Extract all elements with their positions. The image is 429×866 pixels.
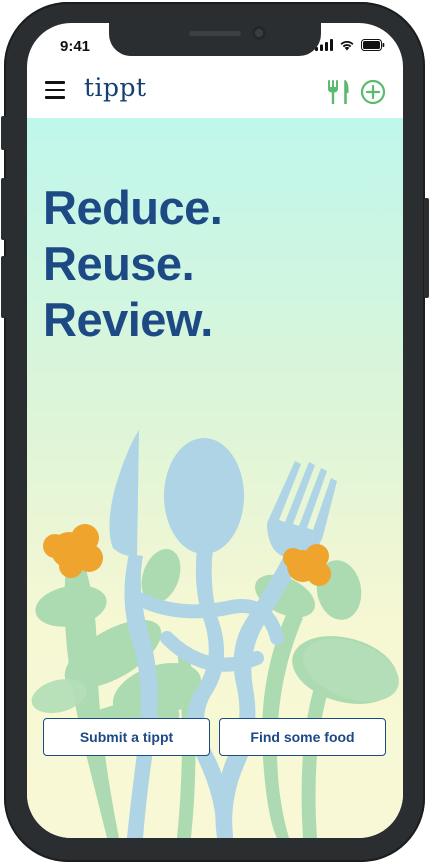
app-logo[interactable]: tippt — [84, 73, 147, 102]
headline-line-3: Review. — [43, 293, 213, 346]
fork-knife-icon[interactable] — [326, 79, 350, 105]
hero-headline: Reduce. Reuse. Review. — [43, 180, 223, 348]
status-icons — [315, 39, 385, 51]
headline-line-2: Reuse. — [43, 237, 195, 290]
submit-tippt-button[interactable]: Submit a tippt — [43, 718, 210, 756]
silent-switch — [1, 116, 6, 150]
screen: 9:41 tippt Reduce. Reuse. Review. Submit… — [27, 23, 403, 838]
volume-down-button — [1, 256, 6, 318]
find-food-button[interactable]: Find some food — [219, 718, 386, 756]
front-camera — [252, 26, 266, 40]
power-button — [424, 198, 429, 298]
plus-circle-icon[interactable] — [360, 79, 386, 105]
hamburger-icon[interactable] — [45, 81, 65, 99]
speaker — [189, 31, 241, 36]
status-time: 9:41 — [60, 38, 91, 55]
battery-icon — [361, 39, 385, 51]
notch — [109, 23, 321, 56]
app-bar: tippt — [27, 67, 403, 118]
wifi-icon — [340, 40, 354, 51]
headline-line-1: Reduce. — [43, 181, 223, 234]
hero: Reduce. Reuse. Review. Submit a tippt Fi… — [27, 118, 403, 838]
volume-up-button — [1, 178, 6, 240]
